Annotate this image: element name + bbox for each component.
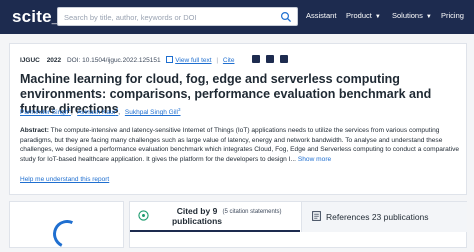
nav-product[interactable]: Product ▼ [346,11,381,20]
abstract-text: The compute-intensive and latency-sensit… [20,127,460,163]
document-icon [312,211,321,221]
divider: | [216,57,219,64]
author-link[interactable]: Sukhpal Singh Gill3 [125,107,181,116]
citation-tabs: Cited by 9 publications (5 citation stat… [129,201,467,248]
citation-statements-count: (5 citation statements) [222,209,282,215]
external-link-icon [166,56,174,63]
linkedin-icon[interactable] [280,55,288,63]
cited-by-label: Cited by 9 publications [171,206,223,226]
references-label: References 23 publications [326,212,429,222]
loading-panel [9,201,124,252]
show-more-link[interactable]: Show more [298,156,331,163]
search-icon[interactable] [280,11,292,23]
quote-bubble-icon [138,210,149,221]
chevron-down-icon: ▼ [425,14,432,20]
cite-link[interactable]: Cite [223,57,235,64]
author-link[interactable]: Parminder Singh1 [20,107,71,116]
publication-year: 2022 [46,57,62,64]
paper-card: IJGUC 2022 DOI: 10.1504/ijguc.2022.12515… [9,43,467,195]
loading-spinner-icon [49,216,85,252]
twitter-icon[interactable] [252,55,260,63]
author-link[interactable]: Avinash Kaur2 [77,107,118,116]
search-input[interactable] [64,10,276,24]
tab-cited-by[interactable]: Cited by 9 publications (5 citation stat… [130,202,300,232]
journal-name[interactable]: IJGUC [20,57,40,64]
author-list: Parminder Singh1, Avinash Kaur2, Sukhpal… [20,107,181,117]
abstract-label: Abstract: [20,127,49,134]
scite-logo[interactable]: scite_ [12,7,61,27]
paper-meta: IJGUC 2022 DOI: 10.1504/ijguc.2022.12515… [20,56,234,64]
nav-pricing[interactable]: Pricing [441,11,464,20]
abstract: Abstract: The compute-intensive and late… [20,126,460,164]
tab-references[interactable]: References 23 publications [301,202,467,232]
help-understand-link[interactable]: Help me understand this report [20,176,109,183]
facebook-icon[interactable] [266,55,274,63]
nav-assistant[interactable]: Assistant [306,11,336,20]
view-full-text-link[interactable]: View full text [175,57,211,64]
nav-solutions[interactable]: Solutions ▼ [392,11,432,20]
doi-text: DOI: 10.1504/ijguc.2022.125151 [66,57,161,64]
top-navigation-bar: scite_ Assistant Product▼ Solutions▼ Pri… [0,0,474,34]
search-box[interactable] [57,7,298,26]
chevron-down-icon: ▼ [374,14,381,20]
